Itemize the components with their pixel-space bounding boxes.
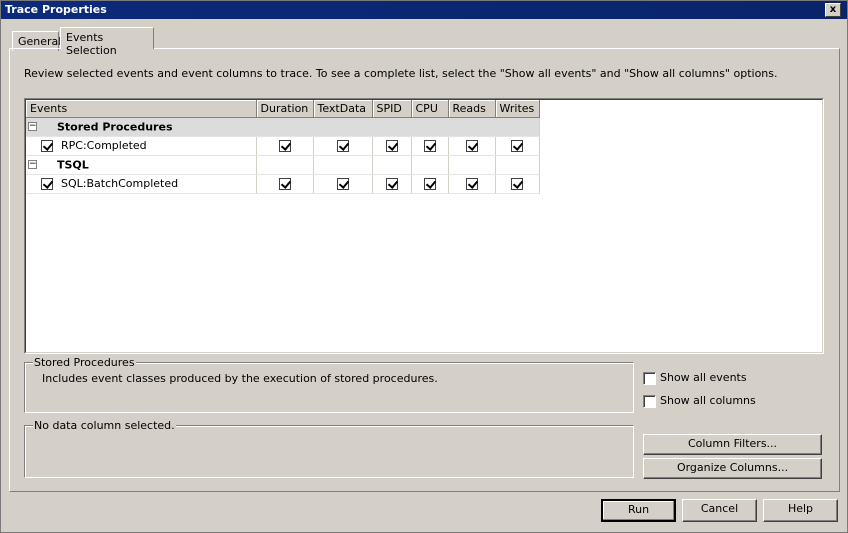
- col-header-duration[interactable]: Duration: [256, 100, 314, 118]
- cpu-checkbox[interactable]: [423, 140, 436, 152]
- col-header-writes[interactable]: Writes: [495, 100, 540, 118]
- window-title: Trace Properties: [5, 3, 107, 16]
- spid-checkbox[interactable]: [385, 140, 398, 152]
- col-header-spid[interactable]: SPID: [372, 100, 412, 118]
- event-checkbox[interactable]: [41, 139, 53, 152]
- trace-properties-window: Trace Properties x General Events Select…: [0, 0, 848, 533]
- reads-checkbox[interactable]: [465, 140, 478, 152]
- col-header-textdata[interactable]: TextData: [313, 100, 373, 118]
- show-all-events-checkbox[interactable]: [643, 371, 656, 385]
- writes-checkbox[interactable]: [511, 140, 523, 152]
- show-all-columns-label: Show all columns: [660, 394, 756, 407]
- intro-text: Review selected events and event columns…: [24, 67, 778, 80]
- duration-checkbox[interactable]: [278, 178, 291, 190]
- grid-header-row: Events Duration TextData SPID CPU Reads …: [26, 100, 540, 118]
- data-column-legend: No data column selected.: [33, 419, 176, 432]
- event-label: SQL:BatchCompleted: [61, 177, 179, 191]
- column-filters-button[interactable]: Column Filters...: [643, 434, 822, 455]
- description-text: Includes event classes produced by the e…: [42, 372, 438, 385]
- category-label: TSQL: [57, 158, 89, 172]
- close-icon: x: [829, 4, 837, 15]
- event-description-group: Stored Procedures Includes event classes…: [24, 356, 634, 413]
- help-button[interactable]: Help: [763, 499, 838, 522]
- show-all-columns-option[interactable]: Show all columns: [643, 394, 756, 408]
- close-button[interactable]: x: [825, 3, 841, 17]
- category-label: Stored Procedures: [57, 120, 173, 134]
- event-label: RPC:Completed: [61, 139, 147, 153]
- event-row-sql-batchcompleted[interactable]: SQL:BatchCompleted: [26, 174, 540, 194]
- title-bar: Trace Properties x: [1, 1, 847, 19]
- show-all-events-option[interactable]: Show all events: [643, 371, 747, 385]
- writes-checkbox[interactable]: [511, 178, 523, 190]
- spid-checkbox[interactable]: [385, 178, 398, 190]
- event-checkbox[interactable]: [41, 177, 53, 190]
- run-button[interactable]: Run: [601, 499, 676, 522]
- reads-checkbox[interactable]: [465, 178, 478, 190]
- show-all-columns-checkbox[interactable]: [643, 394, 656, 408]
- collapse-icon[interactable]: −: [28, 122, 37, 132]
- organize-columns-button[interactable]: Organize Columns...: [643, 458, 822, 479]
- events-table: Events Duration TextData SPID CPU Reads …: [26, 100, 540, 194]
- collapse-icon[interactable]: −: [28, 160, 37, 170]
- col-header-cpu[interactable]: CPU: [411, 100, 449, 118]
- show-all-events-label: Show all events: [660, 371, 747, 384]
- duration-checkbox[interactable]: [278, 140, 291, 152]
- tab-events-selection[interactable]: Events Selection: [60, 27, 154, 57]
- category-row-tsql[interactable]: − TSQL: [26, 155, 540, 175]
- textdata-checkbox[interactable]: [336, 140, 349, 152]
- cpu-checkbox[interactable]: [423, 178, 436, 190]
- data-column-group: No data column selected.: [24, 419, 634, 478]
- cancel-button[interactable]: Cancel: [682, 499, 757, 522]
- events-grid[interactable]: Events Duration TextData SPID CPU Reads …: [24, 98, 824, 354]
- col-header-reads[interactable]: Reads: [448, 100, 496, 118]
- description-legend: Stored Procedures: [33, 356, 136, 369]
- col-header-events[interactable]: Events: [26, 100, 257, 118]
- textdata-checkbox[interactable]: [336, 178, 349, 190]
- category-row-stored-procedures[interactable]: − Stored Procedures: [26, 117, 540, 137]
- event-row-rpc-completed[interactable]: RPC:Completed: [26, 136, 540, 156]
